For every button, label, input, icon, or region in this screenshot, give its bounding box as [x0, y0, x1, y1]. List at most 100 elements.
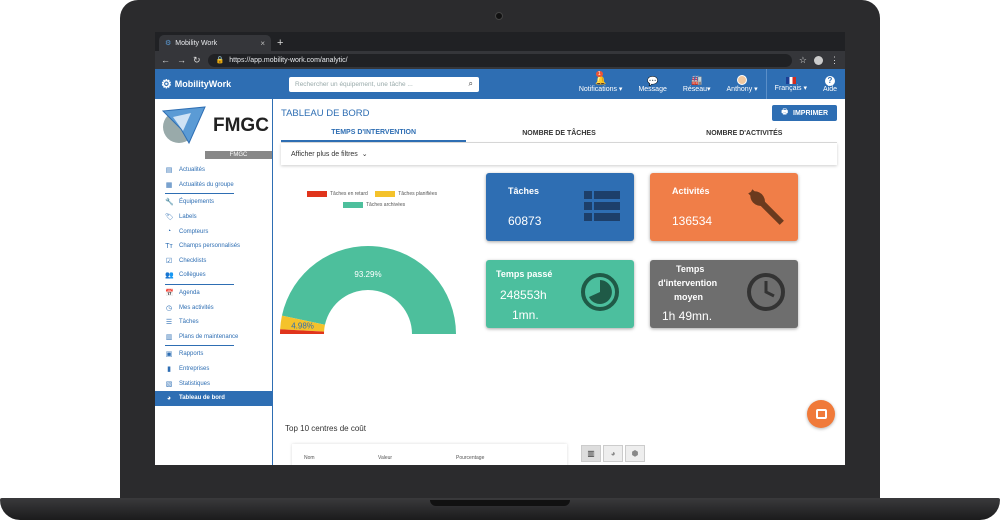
maintenance-plan-icon: ▥	[165, 333, 173, 341]
activity-icon: ◷	[165, 304, 173, 312]
legend-item-archivees[interactable]: Tâches archivées	[343, 202, 405, 208]
sidebar-item-label: Équipements	[179, 199, 215, 206]
legend-item-planifiees[interactable]: Tâches planifiées	[375, 191, 437, 197]
sidebar: FMGC FMGC ▤ Actualités ▦ Actualités du grou…	[155, 99, 273, 465]
logo-mark-icon: ⚙	[161, 77, 172, 91]
sidebar-item[interactable]: 📅 Agenda	[155, 286, 272, 301]
sidebar-item-label: Checklists	[179, 257, 207, 264]
nav-user[interactable]: Anthony ▾	[719, 69, 766, 99]
sidebar-item[interactable]: 👥 Collègues	[155, 268, 272, 283]
menu-divider	[165, 345, 234, 347]
users-icon: 👥	[165, 272, 174, 280]
pie-chart-icon[interactable]: ◕	[603, 445, 623, 462]
kpi-activites[interactable]: Activités 136534	[650, 173, 798, 241]
list-icon	[584, 191, 620, 221]
sidebar-item[interactable]: ▮ Entreprises	[155, 362, 272, 377]
legend-swatch	[375, 191, 396, 197]
nav-message[interactable]: 💬 Message	[630, 69, 674, 99]
sidebar-item[interactable]: 🔧 Équipements	[155, 195, 272, 210]
print-button[interactable]: 🖶 IMPRIMER	[772, 105, 837, 121]
sidebar-item[interactable]: ▤ Actualités	[155, 163, 272, 178]
nav-notifications[interactable]: 🔔 1 Notifications ▾	[571, 69, 631, 99]
address-bar[interactable]: 🔒 https://app.mobility-work.com/analytic…	[207, 53, 792, 67]
sidebar-item[interactable]: ☰ Tâches	[155, 315, 272, 330]
sidebar-item[interactable]: ▦ Actualités du groupe	[155, 178, 272, 193]
support-chat-button[interactable]	[807, 400, 835, 428]
chart-data-label: 93.29%	[354, 270, 381, 279]
chart-view-switch: ▥ ◕ ⬢	[581, 445, 645, 462]
brand-subtitle: FMGC	[205, 151, 272, 159]
legend-swatch	[343, 202, 363, 208]
laptop-notch	[430, 500, 570, 506]
search-icon[interactable]: ⌕	[469, 79, 473, 89]
bookmark-star-icon[interactable]: ☆	[799, 55, 807, 66]
checklist-icon: ☑	[165, 257, 173, 265]
sidebar-item-label: Rapports	[179, 351, 204, 358]
app-logo[interactable]: ⚙ MobilityWork	[155, 77, 273, 91]
column-header-nom[interactable]: Nom	[304, 455, 315, 461]
reload-icon[interactable]: ↻	[193, 55, 201, 66]
sidebar-item-label: Agenda	[179, 290, 200, 297]
nav-label: Message	[638, 85, 667, 93]
tab-temps-intervention[interactable]: TEMPS D'INTERVENTION	[281, 125, 467, 142]
sidebar-item[interactable]: Tт Champs personnalisés	[155, 239, 272, 254]
url-text: https://app.mobility-work.com/analytic/	[229, 56, 348, 64]
sidebar-item[interactable]: ▧ Statistiques	[155, 376, 272, 391]
sidebar-item[interactable]: ▣ Rapports	[155, 347, 272, 362]
sidebar-item[interactable]: 🏷 Labels	[155, 210, 272, 225]
nav-language[interactable]: Français ▾	[765, 69, 815, 99]
kpi-temps-intervention-moyen[interactable]: Temps d'intervention moyen 1h 49mn.	[650, 260, 798, 328]
webcam	[495, 12, 503, 20]
text-field-icon: Tт	[165, 242, 173, 250]
menu-dots-icon[interactable]: ⋮	[830, 55, 839, 66]
chevron-down-icon: ⌄	[361, 151, 368, 158]
dashboard-tabs: TEMPS D'INTERVENTION NOMBRE DE TÂCHES NO…	[281, 125, 837, 143]
page-title: TABLEAU DE BORD	[281, 107, 370, 119]
nav-help[interactable]: ? Aide	[815, 69, 845, 99]
sidebar-item[interactable]: ◕ Tableau de bord	[155, 390, 272, 406]
nav-reseau[interactable]: 🏭 Réseau▾	[675, 69, 719, 99]
dashboard-icon: ◕	[166, 394, 172, 402]
column-header-valeur[interactable]: Valeur	[378, 455, 392, 461]
building-icon: ▮	[167, 366, 171, 374]
close-tab-icon[interactable]: ×	[260, 39, 265, 48]
tag-icon: 🏷	[165, 214, 174, 222]
back-icon[interactable]: ←	[161, 55, 170, 65]
profile-icon[interactable]	[814, 55, 823, 65]
flag-fr-icon	[785, 76, 796, 84]
half-donut-chart: 93.29% 4.98%	[280, 246, 456, 334]
app-body: FMGC FMGC ▤ Actualités ▦ Actualités du grou…	[155, 99, 845, 465]
nav-label: Français ▾	[774, 84, 807, 92]
tab-nombre-activites[interactable]: NOMBRE D'ACTIVITÉS	[652, 125, 837, 142]
nav-label: Notifications ▾	[578, 86, 623, 93]
tab-nombre-taches[interactable]: NOMBRE DE TÂCHES	[466, 125, 651, 142]
gauge-icon: ◔	[166, 228, 172, 236]
sidebar-item[interactable]: ▥ Plans de maintenance	[155, 330, 272, 345]
sidebar-item[interactable]: ◷ Mes activités	[155, 300, 272, 315]
sidebar-menu: ▤ Actualités ▦ Actualités du groupe 🔧 Équipem…	[155, 159, 272, 406]
filters-label: Afficher plus de filtres	[291, 150, 358, 158]
kpi-taches[interactable]: Tâches 60873	[486, 173, 634, 241]
logo-text: MobilityWork	[174, 79, 232, 89]
search-placeholder: Rechercher un équipement, une tâche ...	[295, 80, 413, 88]
sidebar-item-label: Actualités	[179, 167, 206, 174]
clock-icon	[747, 273, 785, 311]
column-header-pourcentage[interactable]: Pourcentage	[456, 455, 484, 461]
sidebar-item-label: Mes activités	[179, 304, 214, 311]
legend-item-retard[interactable]: Tâches en retard	[307, 191, 368, 197]
kpi-temps-passe[interactable]: Temps passé 248553h 1mn.	[486, 260, 634, 328]
bar-chart-icon[interactable]: ▥	[581, 445, 601, 462]
hexagon-icon[interactable]: ⬢	[625, 445, 645, 462]
kpi-title-line1: Temps	[676, 264, 705, 274]
legend-label: Tâches archivées	[366, 202, 406, 208]
sidebar-item[interactable]: ☑ Checklists	[155, 254, 272, 269]
legend-label: Tâches en retard	[330, 191, 368, 197]
forward-icon[interactable]: →	[177, 55, 186, 65]
browser-tab[interactable]: ⚙ Mobility Work ×	[159, 35, 271, 51]
search-input[interactable]: Rechercher un équipement, une tâche ... …	[289, 76, 479, 92]
kpi-title: Activités	[672, 186, 710, 196]
kpi-title: Tâches	[508, 186, 540, 196]
filters-toggle[interactable]: Afficher plus de filtres ⌄	[281, 143, 837, 165]
new-tab-button[interactable]: +	[277, 35, 283, 51]
sidebar-item[interactable]: ◔ Compteurs	[155, 224, 272, 239]
